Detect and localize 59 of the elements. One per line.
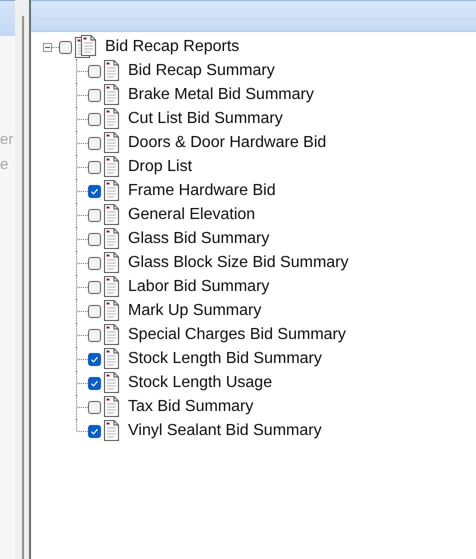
tree-item[interactable]: Stock Length Bid Summary (128, 350, 322, 368)
collapse-toggle[interactable] (43, 42, 52, 52)
tree-item[interactable]: Doors & Door Hardware Bid (128, 134, 326, 152)
report-icon (104, 420, 120, 442)
panel-header (0, 0, 15, 36)
reports-icon (75, 35, 97, 59)
tree-item[interactable]: Cut List Bid Summary (128, 110, 283, 128)
tree-item[interactable]: Tax Bid Summary (128, 398, 254, 416)
report-icon (104, 324, 120, 346)
report-icon (104, 204, 120, 226)
tree-item[interactable]: Frame Hardware Bid (128, 182, 276, 200)
checkbox[interactable] (88, 64, 101, 78)
checkbox[interactable] (88, 400, 101, 414)
checkbox[interactable] (59, 40, 72, 54)
tree-item[interactable]: Bid Recap Reports (105, 38, 240, 56)
tree-item[interactable]: Glass Block Size Bid Summary (128, 254, 349, 272)
report-icon (104, 348, 120, 370)
checkbox[interactable] (88, 376, 101, 390)
report-icon (104, 276, 120, 298)
report-icon (104, 300, 120, 322)
checkbox[interactable] (88, 328, 101, 342)
tree-item[interactable]: Labor Bid Summary (128, 278, 270, 296)
checkbox[interactable] (88, 304, 101, 318)
tree-item[interactable]: Vinyl Sealant Bid Summary (128, 422, 322, 440)
report-icon (104, 60, 120, 82)
report-icon (104, 108, 120, 130)
tree-item[interactable]: Glass Bid Summary (128, 230, 270, 248)
checkbox[interactable] (88, 184, 101, 198)
report-icon (104, 372, 120, 394)
check-icon (90, 186, 99, 196)
check-icon (90, 354, 99, 364)
checkbox[interactable] (88, 352, 101, 366)
checkbox[interactable] (88, 256, 101, 270)
report-icon (104, 180, 120, 202)
tree-item[interactable]: Special Charges Bid Summary (128, 326, 346, 344)
report-icon (104, 132, 120, 154)
report-icon (104, 252, 120, 274)
tree-item[interactable]: Drop List (128, 158, 192, 176)
tree-item[interactable]: General Elevation (128, 206, 256, 224)
checkbox[interactable] (88, 280, 101, 294)
report-icon (104, 84, 120, 106)
tree-item[interactable]: Stock Length Usage (128, 374, 272, 392)
check-icon (90, 378, 99, 388)
check-icon (90, 426, 99, 436)
tree-item[interactable]: Bid Recap Summary (128, 62, 275, 80)
tree-item[interactable]: Brake Metal Bid Summary (128, 86, 314, 104)
checkbox[interactable] (88, 232, 101, 246)
checkbox[interactable] (88, 208, 101, 222)
panel-text: er (0, 130, 14, 150)
checkbox[interactable] (88, 136, 101, 150)
report-icon (104, 228, 120, 250)
panel-text: e (0, 155, 10, 175)
checkbox[interactable] (88, 160, 101, 174)
report-icon (104, 396, 120, 418)
checkbox[interactable] (88, 88, 101, 102)
tree-item[interactable]: Mark Up Summary (128, 302, 262, 320)
checkbox[interactable] (88, 112, 101, 126)
report-icon (104, 156, 120, 178)
checkbox[interactable] (88, 424, 101, 438)
